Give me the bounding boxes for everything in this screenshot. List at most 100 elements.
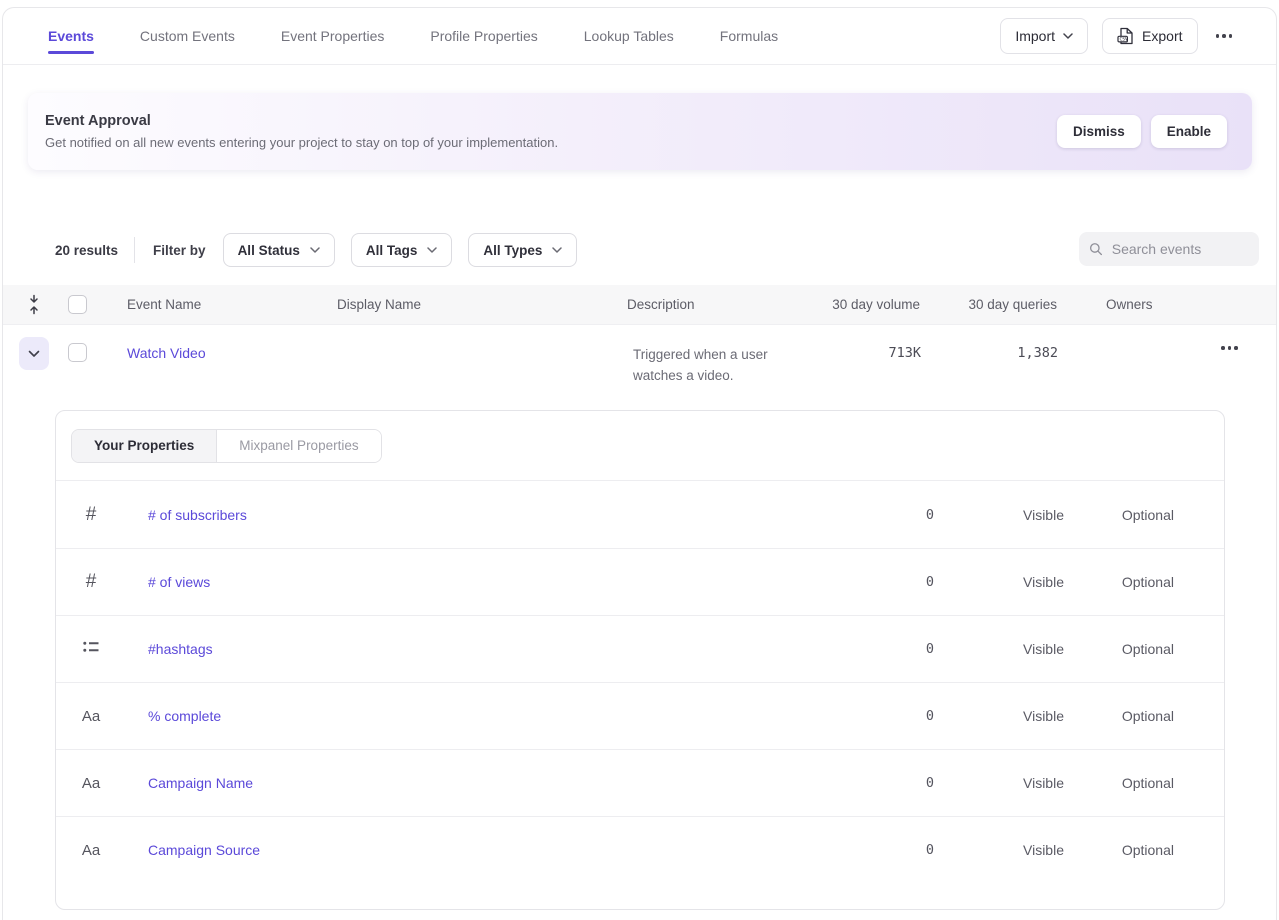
number-type-icon: # xyxy=(86,504,97,526)
content-pane: Events Custom Events Event Properties Pr… xyxy=(2,7,1277,920)
tab-formulas[interactable]: Formulas xyxy=(720,8,778,64)
col-30-day-volume: 30 day volume xyxy=(815,297,921,312)
list-type-icon xyxy=(83,640,99,659)
property-name-link[interactable]: % complete xyxy=(126,708,696,724)
property-visibility: Visible xyxy=(934,641,1064,657)
status-filter-dropdown[interactable]: All Status xyxy=(223,233,335,267)
col-30-day-queries: 30 day queries xyxy=(921,297,1058,312)
tags-filter-dropdown[interactable]: All Tags xyxy=(351,233,453,267)
property-name-link[interactable]: Campaign Name xyxy=(126,775,696,791)
banner-text: Event Approval Get notified on all new e… xyxy=(28,113,558,150)
tab-event-properties[interactable]: Event Properties xyxy=(281,8,385,64)
property-requirement: Optional xyxy=(1064,574,1174,590)
events-table-header: Event Name Display Name Description 30 d… xyxy=(3,285,1276,325)
tab-mixpanel-properties[interactable]: Mixpanel Properties xyxy=(217,430,380,462)
tab-events[interactable]: Events xyxy=(48,8,94,64)
chevron-down-icon xyxy=(28,350,40,358)
event-properties-panel: Your Properties Mixpanel Properties # # … xyxy=(55,410,1225,910)
nav-actions: Import CSV Export xyxy=(1000,8,1236,64)
property-visibility: Visible xyxy=(934,775,1064,791)
property-name-link[interactable]: # of subscribers xyxy=(126,507,696,523)
results-count: 20 results xyxy=(55,243,118,258)
properties-tab-control: Your Properties Mixpanel Properties xyxy=(71,429,382,463)
property-visibility: Visible xyxy=(934,842,1064,858)
search-icon xyxy=(1089,241,1103,257)
import-button-label: Import xyxy=(1015,28,1055,44)
event-name-link[interactable]: Watch Video xyxy=(123,325,333,361)
search-input[interactable] xyxy=(1112,241,1249,257)
event-queries: 1,382 xyxy=(921,325,1058,361)
search-box xyxy=(1079,232,1259,266)
enable-button[interactable]: Enable xyxy=(1151,115,1227,148)
property-row: Aa Campaign Name 0 Visible Optional xyxy=(56,749,1224,816)
property-visibility: Visible xyxy=(934,574,1064,590)
tab-lookup-tables[interactable]: Lookup Tables xyxy=(584,8,674,64)
col-owners: Owners xyxy=(1058,297,1183,312)
row-checkbox[interactable] xyxy=(68,343,87,362)
select-all-checkbox[interactable] xyxy=(68,295,87,314)
chevron-down-icon xyxy=(310,247,320,253)
property-requirement: Optional xyxy=(1064,775,1174,791)
property-queries: 0 xyxy=(696,842,934,858)
chevron-down-icon xyxy=(552,247,562,253)
tab-custom-events[interactable]: Custom Events xyxy=(140,8,235,64)
property-queries: 0 xyxy=(696,507,934,523)
property-name-link[interactable]: Campaign Source xyxy=(126,842,696,858)
tab-your-properties[interactable]: Your Properties xyxy=(72,430,217,462)
import-button[interactable]: Import xyxy=(1000,18,1088,54)
export-button-label: Export xyxy=(1142,28,1182,44)
banner-subtitle: Get notified on all new events entering … xyxy=(45,135,558,150)
property-queries: 0 xyxy=(696,574,934,590)
filter-bar: 20 results Filter by All Status All Tags… xyxy=(3,232,1276,268)
csv-file-icon: CSV xyxy=(1117,27,1134,45)
filter-by-label: Filter by xyxy=(153,243,206,258)
svg-text:CSV: CSV xyxy=(1120,37,1129,43)
property-requirement: Optional xyxy=(1064,708,1174,724)
property-queries: 0 xyxy=(696,775,934,791)
chevron-down-icon xyxy=(427,247,437,253)
col-display-name: Display Name xyxy=(333,297,623,312)
row-more-menu-icon[interactable] xyxy=(1217,325,1242,356)
dismiss-button[interactable]: Dismiss xyxy=(1057,115,1141,148)
tags-filter-label: All Tags xyxy=(366,243,418,258)
property-row: # # of subscribers 0 Visible Optional xyxy=(56,481,1224,548)
property-queries: 0 xyxy=(696,708,934,724)
properties-tabs-area: Your Properties Mixpanel Properties xyxy=(56,411,1224,481)
property-row: Aa Campaign Source 0 Visible Optional xyxy=(56,816,1224,883)
event-row-watch-video: Watch Video Triggered when a user watche… xyxy=(3,325,1276,418)
types-filter-label: All Types xyxy=(483,243,542,258)
number-type-icon: # xyxy=(86,571,97,593)
text-type-icon: Aa xyxy=(82,775,100,792)
property-row: # # of views 0 Visible Optional xyxy=(56,548,1224,615)
status-filter-label: All Status xyxy=(238,243,300,258)
export-button[interactable]: CSV Export xyxy=(1102,18,1197,54)
banner-actions: Dismiss Enable xyxy=(1057,115,1252,148)
more-menu-icon[interactable] xyxy=(1212,28,1237,44)
property-visibility: Visible xyxy=(934,507,1064,523)
property-row: Aa % complete 0 Visible Optional xyxy=(56,682,1224,749)
col-event-name: Event Name xyxy=(123,297,333,312)
event-volume: 713K xyxy=(815,325,921,361)
property-queries: 0 xyxy=(696,641,934,657)
divider xyxy=(134,237,135,263)
banner-title: Event Approval xyxy=(45,113,558,129)
event-approval-banner: Event Approval Get notified on all new e… xyxy=(28,93,1252,170)
property-visibility: Visible xyxy=(934,708,1064,724)
lexicon-tabs: Events Custom Events Event Properties Pr… xyxy=(3,8,778,64)
types-filter-dropdown[interactable]: All Types xyxy=(468,233,577,267)
text-type-icon: Aa xyxy=(82,842,100,859)
property-name-link[interactable]: # of views xyxy=(126,574,696,590)
property-row: #hashtags 0 Visible Optional xyxy=(56,615,1224,682)
property-requirement: Optional xyxy=(1064,842,1174,858)
tab-profile-properties[interactable]: Profile Properties xyxy=(430,8,537,64)
property-requirement: Optional xyxy=(1064,641,1174,657)
event-description: Triggered when a user watches a video. xyxy=(623,325,815,386)
property-name-link[interactable]: #hashtags xyxy=(126,641,696,657)
chevron-down-icon xyxy=(1063,33,1073,39)
collapse-row-button[interactable] xyxy=(19,337,49,370)
collapse-all-icon[interactable] xyxy=(3,294,65,315)
property-requirement: Optional xyxy=(1064,507,1174,523)
top-navbar: Events Custom Events Event Properties Pr… xyxy=(3,8,1276,65)
col-description: Description xyxy=(623,297,815,312)
text-type-icon: Aa xyxy=(82,708,100,725)
